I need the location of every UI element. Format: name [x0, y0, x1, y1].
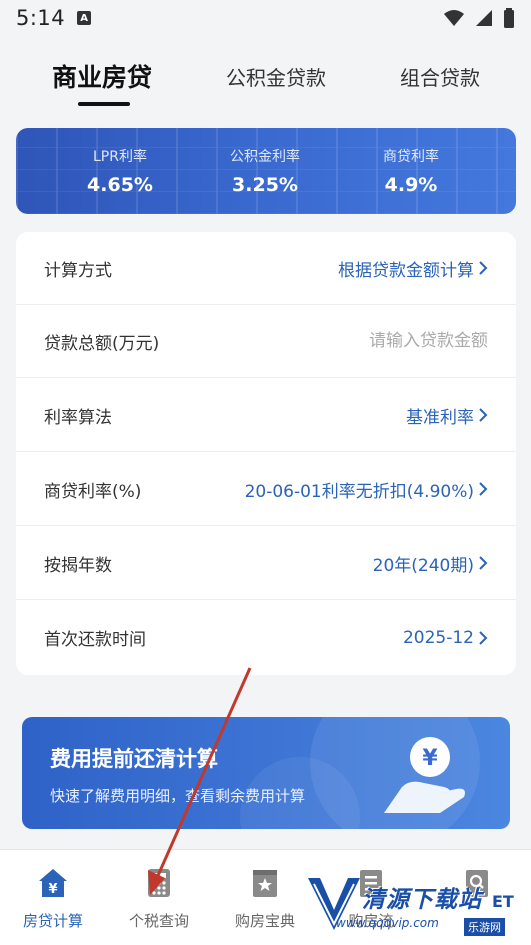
commercial-rate-row[interactable]: 商贷利率(%) 20-06-01利率无折扣(4.90%) — [16, 453, 516, 526]
chevron-right-icon — [479, 261, 488, 275]
prepayment-promo-banner[interactable]: 费用提前还清计算 快速了解费用明细，查看剩余费用计算 ¥ — [22, 717, 510, 829]
mortgage-years-select[interactable]: 20年(240期) — [373, 551, 488, 576]
notification-icon: A — [77, 11, 92, 25]
rate-label: 商贷利率 — [383, 149, 439, 165]
tab-combined-loan[interactable]: 组合贷款 — [400, 62, 480, 91]
first-payment-row[interactable]: 首次还款时间 2025-12 — [16, 601, 516, 674]
watermark-logo: 清源下载站 ET www.qqqvip.com 乐游网 — [304, 866, 531, 945]
chevron-right-icon — [479, 630, 488, 645]
chevron-right-icon — [479, 482, 488, 496]
rate-value: 4.65% — [87, 174, 153, 196]
nav-label: 个税查询 — [128, 912, 189, 930]
svg-text:¥: ¥ — [48, 882, 57, 897]
active-tab-indicator — [78, 102, 130, 106]
calc-method-row[interactable]: 计算方式 根据贷款金额计算 — [16, 232, 516, 305]
rate-banner: LPR利率 4.65% 公积金利率 3.25% 商贷利率 4.9% — [16, 128, 516, 214]
loan-form-card: 计算方式 根据贷款金额计算 贷款总额(万元) 利率算法 基准利率 商贷利率(%)… — [16, 232, 516, 675]
chevron-right-icon — [479, 408, 488, 422]
first-payment-select[interactable]: 2025-12 — [403, 628, 488, 648]
rate-label: 公积金利率 — [230, 149, 300, 165]
promo-subtitle: 快速了解费用明细，查看剩余费用计算 — [50, 787, 306, 805]
tab-commercial-loan[interactable]: 商业房贷 — [52, 58, 152, 94]
rate-lpr: LPR利率 4.65% — [60, 146, 180, 196]
nav-label: 购房宝典 — [234, 912, 295, 930]
loan-total-label: 贷款总额(万元) — [44, 333, 160, 354]
rate-method-label: 利率算法 — [44, 407, 112, 428]
status-bar: 5:14 A — [0, 0, 531, 36]
watermark-url: www.qqqvip.com — [336, 916, 439, 930]
svg-text:¥: ¥ — [422, 746, 438, 771]
tab-provident-fund-loan[interactable]: 公积金贷款 — [226, 62, 326, 91]
loan-type-tabs: 商业房贷 公积金贷款 组合贷款 — [0, 54, 531, 112]
yen-hand-icon: ¥ — [384, 737, 465, 813]
nav-buying-guide[interactable]: 购房宝典 — [212, 850, 318, 945]
calc-method-select[interactable]: 根据贷款金额计算 — [338, 256, 488, 281]
commercial-rate-value: 20-06-01利率无折扣(4.90%) — [244, 481, 474, 502]
nav-mortgage-calc[interactable]: ¥ 房贷计算 — [0, 850, 106, 945]
commercial-rate-select[interactable]: 20-06-01利率无折扣(4.90%) — [245, 477, 488, 502]
calc-method-value: 根据贷款金额计算 — [338, 260, 474, 281]
commercial-rate-label: 商贷利率(%) — [44, 481, 142, 502]
calculator-icon — [148, 869, 170, 897]
wifi-icon — [444, 10, 464, 26]
battery-icon — [504, 8, 514, 28]
nav-tax-query[interactable]: 个税查询 — [106, 850, 212, 945]
mortgage-years-label: 按揭年数 — [44, 555, 112, 576]
house-yen-icon: ¥ — [39, 869, 67, 897]
loan-total-input[interactable] — [288, 331, 488, 351]
rate-value: 4.9% — [384, 174, 438, 196]
rate-label: LPR利率 — [93, 149, 147, 165]
loan-total-row: 贷款总额(万元) — [16, 305, 516, 378]
rate-method-row[interactable]: 利率算法 基准利率 — [16, 379, 516, 452]
nav-label: 房贷计算 — [22, 912, 83, 930]
rate-provident-fund: 公积金利率 3.25% — [205, 146, 325, 196]
status-icons — [443, 8, 515, 28]
promo-title: 费用提前还清计算 — [50, 747, 218, 771]
status-time: 5:14 — [16, 6, 66, 30]
first-payment-label: 首次还款时间 — [44, 630, 146, 650]
rate-commercial: 商贷利率 4.9% — [351, 146, 471, 196]
rate-method-select[interactable]: 基准利率 — [406, 403, 488, 428]
signal-icon — [476, 10, 492, 26]
book-star-icon — [253, 870, 277, 897]
chevron-right-icon — [479, 556, 488, 570]
first-payment-value: 2025-12 — [402, 627, 474, 648]
rate-value: 3.25% — [232, 174, 298, 196]
rate-method-value: 基准利率 — [406, 407, 474, 428]
watermark-text: 清源下载站 — [362, 887, 482, 913]
watermark-net: ET — [492, 892, 514, 911]
mortgage-years-value: 20年(240期) — [372, 555, 474, 576]
calc-method-label: 计算方式 — [44, 260, 112, 281]
mortgage-years-row[interactable]: 按揭年数 20年(240期) — [16, 527, 516, 600]
watermark-le: 乐游网 — [464, 918, 505, 936]
